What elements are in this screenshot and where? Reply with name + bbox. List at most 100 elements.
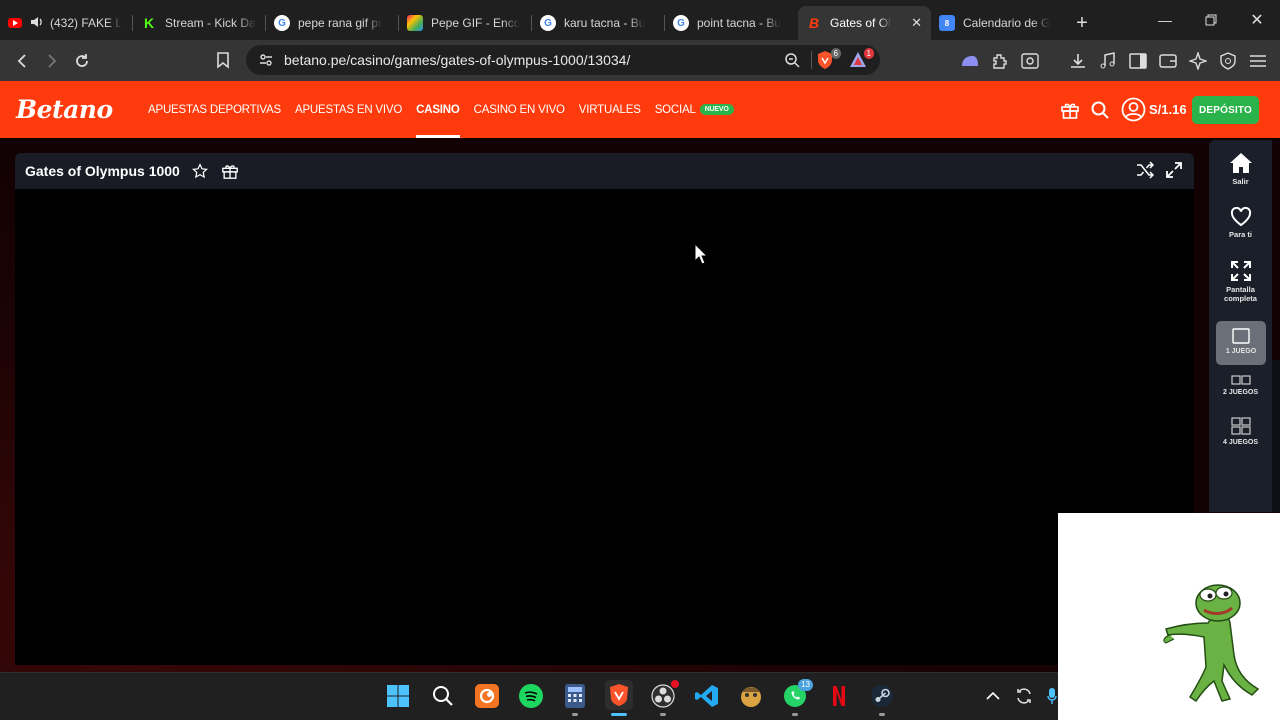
gift-icon[interactable] bbox=[220, 161, 240, 181]
new-tab-button[interactable]: + bbox=[1068, 9, 1096, 37]
tab-title: Calendario de G bbox=[963, 16, 1051, 30]
downloads-icon[interactable] bbox=[1067, 50, 1089, 72]
rewards-count-badge: 1 bbox=[863, 48, 874, 59]
account-icon[interactable] bbox=[1121, 97, 1146, 122]
tab-calendar[interactable]: 8 Calendario de G bbox=[931, 6, 1064, 40]
media-icon[interactable] bbox=[1097, 50, 1119, 72]
microphone-icon[interactable] bbox=[1046, 683, 1058, 709]
deposit-button[interactable]: DEPÓSITO bbox=[1192, 96, 1259, 124]
main-navigation: APUESTAS DEPORTIVAS APUESTAS EN VIVO CAS… bbox=[148, 81, 748, 138]
tab-google-karu[interactable]: G karu tacna - Bu bbox=[532, 6, 665, 40]
account-balance[interactable]: S/1.16 bbox=[1149, 102, 1187, 117]
game-panel: Gates of Olympus 1000 bbox=[15, 153, 1194, 665]
nav-virtuales[interactable]: VIRTUALES bbox=[579, 81, 641, 138]
scrollbar[interactable] bbox=[1272, 360, 1280, 512]
running-indicator bbox=[792, 713, 798, 716]
bookmark-icon[interactable] bbox=[208, 46, 238, 76]
spotify-icon[interactable] bbox=[518, 683, 544, 709]
netflix-icon[interactable] bbox=[826, 683, 852, 709]
brave-rewards-icon[interactable]: 1 bbox=[848, 48, 874, 75]
rail-label: 4 JUEGOS bbox=[1222, 439, 1258, 446]
address-bar[interactable]: betano.pe/casino/games/gates-of-olympus-… bbox=[246, 45, 880, 75]
vpn-icon[interactable] bbox=[1217, 50, 1239, 72]
chevron-up-icon[interactable] bbox=[980, 683, 1006, 709]
nav-casino-en-vivo[interactable]: CASINO EN VIVO bbox=[474, 81, 565, 138]
reload-button[interactable] bbox=[67, 46, 97, 76]
recording-dot bbox=[671, 680, 679, 688]
wallet-icon[interactable] bbox=[1157, 50, 1179, 72]
windows-start-icon[interactable] bbox=[385, 683, 411, 709]
youtube-icon bbox=[8, 18, 22, 28]
back-button[interactable] bbox=[7, 46, 37, 76]
nav-casino[interactable]: CASINO bbox=[416, 81, 460, 138]
gift-icon[interactable] bbox=[1060, 100, 1080, 120]
site-settings-icon[interactable] bbox=[258, 52, 274, 73]
active-indicator bbox=[611, 713, 627, 716]
obs-icon[interactable] bbox=[650, 680, 679, 716]
close-window-button[interactable]: ✕ bbox=[1234, 0, 1280, 40]
steam-icon[interactable] bbox=[869, 683, 895, 716]
tenor-icon bbox=[407, 15, 423, 31]
vscode-icon[interactable] bbox=[694, 683, 720, 709]
ai-sparkle-icon[interactable] bbox=[1187, 50, 1209, 72]
rail-1-juego[interactable]: 1 JUEGO bbox=[1216, 321, 1266, 365]
game-title-bar: Gates of Olympus 1000 bbox=[15, 153, 1194, 189]
url-text[interactable]: betano.pe/casino/games/gates-of-olympus-… bbox=[284, 52, 630, 68]
heart-icon bbox=[1230, 207, 1251, 227]
browser-tab-strip: (432) FAKE L K Stream - Kick Da G pepe r… bbox=[0, 0, 1280, 40]
tab-google-pepe[interactable]: G pepe rana gif pr bbox=[266, 6, 399, 40]
tab-tenor[interactable]: Pepe GIF - Enco bbox=[399, 6, 532, 40]
tab-google-point[interactable]: G point tacna - Bu bbox=[665, 6, 798, 40]
forward-button[interactable] bbox=[37, 46, 67, 76]
whatsapp-icon[interactable]: 13 bbox=[782, 679, 813, 716]
tab-kick[interactable]: K Stream - Kick Da bbox=[133, 6, 266, 40]
fullscreen-icon[interactable] bbox=[1165, 161, 1185, 181]
nav-apuestas-en-vivo[interactable]: APUESTAS EN VIVO bbox=[295, 81, 402, 138]
google-icon: G bbox=[274, 15, 290, 31]
restore-button[interactable] bbox=[1188, 0, 1234, 40]
screenshot-icon[interactable] bbox=[1019, 50, 1041, 72]
favorite-star-icon[interactable] bbox=[190, 161, 210, 181]
brave-shield-icon[interactable]: 6 bbox=[815, 48, 841, 75]
crunchyroll-icon[interactable] bbox=[474, 683, 500, 709]
expand-icon bbox=[1230, 261, 1251, 281]
extensions-icon[interactable] bbox=[989, 50, 1011, 72]
sync-icon[interactable] bbox=[1011, 683, 1037, 709]
site-header: Betano APUESTAS DEPORTIVAS APUESTAS EN V… bbox=[0, 81, 1280, 138]
rail-label: Para ti bbox=[1229, 230, 1252, 239]
rail-pantalla-completa[interactable]: Pantalla completa bbox=[1209, 260, 1272, 303]
sidebar-icon[interactable] bbox=[1127, 50, 1149, 72]
shuffle-icon[interactable] bbox=[1136, 161, 1156, 181]
rail-4-juegos[interactable]: 4 JUEGOS bbox=[1209, 417, 1272, 447]
menu-icon[interactable] bbox=[1247, 50, 1269, 72]
rail-salir[interactable]: Salir bbox=[1209, 152, 1272, 186]
rail-label: Salir bbox=[1232, 177, 1249, 186]
running-indicator bbox=[572, 713, 578, 716]
calculator-icon[interactable] bbox=[562, 683, 588, 716]
search-icon[interactable] bbox=[1090, 100, 1110, 120]
game-canvas[interactable] bbox=[15, 189, 1194, 665]
tab-betano-active[interactable]: B Gates of Ol ✕ bbox=[798, 6, 931, 40]
calendar-icon: 8 bbox=[939, 15, 955, 31]
tab-title: Gates of Ol bbox=[830, 16, 891, 30]
whatsapp-unread-badge: 13 bbox=[798, 679, 813, 691]
zoom-icon[interactable] bbox=[784, 52, 800, 73]
leo-ai-icon[interactable] bbox=[959, 50, 981, 72]
game-side-rail: Salir Para ti Pantalla completa 1 JUEGO … bbox=[1209, 140, 1272, 512]
minimize-button[interactable]: — bbox=[1142, 0, 1188, 40]
rail-2-juegos[interactable]: 2 JUEGOS bbox=[1209, 375, 1272, 397]
nav-social-label: SOCIAL bbox=[654, 103, 696, 116]
shield-count-badge: 6 bbox=[830, 48, 841, 59]
nav-social[interactable]: SOCIAL NUEVO bbox=[655, 81, 734, 138]
brave-icon[interactable] bbox=[605, 680, 633, 716]
speaker-icon[interactable] bbox=[30, 16, 44, 31]
close-tab-icon[interactable]: ✕ bbox=[911, 15, 922, 31]
nav-apuestas-deportivas[interactable]: APUESTAS DEPORTIVAS bbox=[148, 81, 281, 138]
betano-logo[interactable]: Betano bbox=[16, 95, 113, 124]
google-icon: G bbox=[540, 15, 556, 31]
rail-label: Pantalla completa bbox=[1224, 285, 1257, 303]
game-icon[interactable] bbox=[738, 683, 764, 709]
rail-para-ti[interactable]: Para ti bbox=[1209, 207, 1272, 239]
search-icon[interactable] bbox=[430, 683, 456, 709]
tab-youtube[interactable]: (432) FAKE L bbox=[0, 6, 133, 40]
